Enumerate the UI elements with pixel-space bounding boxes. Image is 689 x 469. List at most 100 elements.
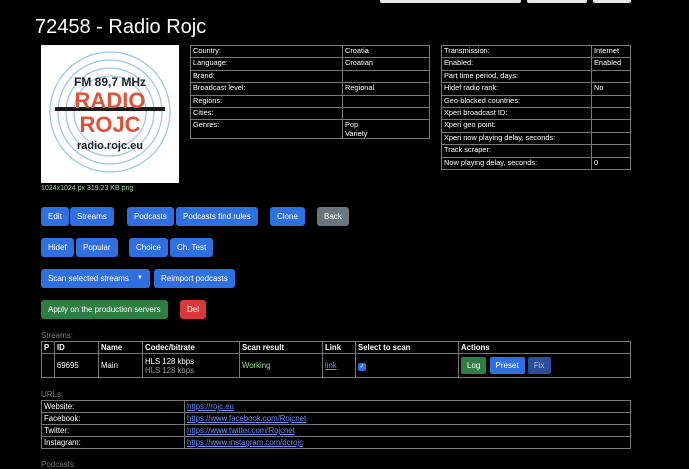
station-info-value: Pop Variety xyxy=(342,119,430,140)
transmission-info-label: Xperi now playing delay, seconds: xyxy=(441,131,592,146)
apply-production-button[interactable]: Apply on the production servers xyxy=(41,300,168,319)
scan-selected-streams-dropdown[interactable]: Scan selected streams ▼ xyxy=(41,269,150,288)
select-to-scan-checkbox[interactable]: ✓ xyxy=(358,362,366,371)
fix-button[interactable]: Fix xyxy=(527,357,551,374)
stream-p xyxy=(41,353,55,378)
stream-link[interactable]: link xyxy=(325,361,337,370)
station-info-value: Croatian xyxy=(342,57,430,71)
transmission-info-value xyxy=(591,131,631,146)
station-info-value-text: Croatia xyxy=(345,46,369,55)
col-header-p: P xyxy=(41,341,55,354)
preset-button[interactable]: Preset xyxy=(489,357,525,374)
col-header-select: Select to scan xyxy=(355,341,459,354)
transmission-info-label: Enabled: xyxy=(441,57,592,71)
transmission-info-table: Transmission: Internet Enabled: Enabled Part… xyxy=(441,44,631,170)
reimport-podcasts-button[interactable]: Reimport podcasts xyxy=(154,269,235,288)
stream-codec: HLS 128 kbps HLS 128 kbps xyxy=(142,353,240,378)
transmission-info-label: Xperi geo point: xyxy=(441,119,592,133)
transmission-info-value xyxy=(591,69,631,84)
ch-test-button[interactable]: Ch. Test xyxy=(170,238,214,257)
clone-button[interactable]: Clone xyxy=(270,207,305,226)
transmission-info-row: Enabled: Enabled xyxy=(441,57,631,71)
url-link[interactable]: https://www.instagram.com/dcrojc xyxy=(187,438,303,447)
top-button-edge[interactable] xyxy=(527,0,587,3)
station-info-label: Regions: xyxy=(190,94,343,108)
station-info-row: Broadcast level: Regional xyxy=(190,82,430,96)
streams-table: P ID Name Codec/bitrate Scan result Link… xyxy=(41,341,631,378)
transmission-info-label: Part time period, days: xyxy=(441,69,592,84)
streams-button[interactable]: Streams xyxy=(70,207,114,226)
transmission-info-row: Xperi now playing delay, seconds: xyxy=(441,131,631,146)
podcasts-button[interactable]: Podcasts xyxy=(127,207,174,226)
transmission-info-row: Track scraper: xyxy=(441,144,631,158)
log-button[interactable]: Log xyxy=(461,357,487,374)
edit-button[interactable]: Edit xyxy=(41,207,69,226)
col-header-link: Link xyxy=(322,341,356,354)
podcasts-section-label: Podcasts: xyxy=(41,460,77,469)
station-info-value xyxy=(342,94,430,108)
station-info-value-text: Regional xyxy=(345,83,375,93)
stream-name: Main xyxy=(98,353,143,378)
popular-button[interactable]: Popular xyxy=(76,238,118,257)
transmission-info-value: Enabled xyxy=(591,57,631,71)
station-info-row: Language: Croatian xyxy=(190,57,430,71)
station-info-value xyxy=(342,106,430,121)
url-link[interactable]: https://www.twitter.com/Rojcnet xyxy=(187,426,295,435)
top-button-edge-2[interactable] xyxy=(593,0,631,3)
station-info-value xyxy=(342,69,430,84)
transmission-info-value: 0 xyxy=(591,156,631,170)
delete-button[interactable]: Del xyxy=(180,300,207,319)
transmission-info-row: Geo-blocked countries: xyxy=(441,94,631,108)
back-button[interactable]: Back xyxy=(317,207,349,226)
stream-id: 69695 xyxy=(54,353,99,378)
transmission-info-row: Xperi geo point: xyxy=(441,119,631,133)
logo-site: radio.rojc.eu xyxy=(77,140,143,152)
transmission-info-value-text: 0 xyxy=(594,157,599,167)
station-info-row: Brand: xyxy=(190,69,430,84)
station-info-value-text: Pop xyxy=(345,120,359,130)
hidef-button[interactable]: Hidef xyxy=(41,238,74,257)
logo-radio-word: RADIO xyxy=(75,88,146,113)
logo-frequency: FM 89,7 MHz xyxy=(74,75,146,89)
transmission-info-row: Hidef radio rank: No xyxy=(441,82,631,96)
url-value: https://www.instagram.com/dcrojc xyxy=(184,436,631,449)
transmission-info-value-text: No xyxy=(594,83,604,93)
url-row: Facebook: https://www.facebook.com/Rojcne… xyxy=(41,412,631,425)
station-info-label: Country: xyxy=(190,44,343,59)
transmission-info-row: Xperi broadcast ID: xyxy=(441,106,631,121)
stream-actions: Log Preset Fix xyxy=(458,353,631,378)
station-info-value: Croatia xyxy=(342,44,430,59)
station-info-row: Genres: Pop Variety xyxy=(190,119,430,140)
transmission-info-row: Transmission: Internet xyxy=(441,44,631,59)
transmission-info-value: No xyxy=(591,82,631,96)
station-info-value-text: Croatian xyxy=(345,58,373,68)
transmission-info-label: Track scraper: xyxy=(441,144,592,158)
station-info-label: Cities: xyxy=(190,106,343,121)
station-info-value-text-2: Variety xyxy=(345,129,368,139)
urls-table: Website: https://rojc.eu Facebook: https://… xyxy=(41,400,631,449)
col-header-codec: Codec/bitrate xyxy=(142,341,240,354)
top-toolbar-remnant xyxy=(380,0,631,3)
top-input-edge[interactable] xyxy=(380,0,521,3)
choice-button[interactable]: Choice xyxy=(129,238,168,257)
station-info-row: Regions: xyxy=(190,94,430,108)
url-label: Facebook: xyxy=(41,412,185,425)
col-header-actions: Actions xyxy=(458,341,631,354)
station-logo: FM 89,7 MHz RADIO ROJC radio.rojc.eu xyxy=(41,45,179,183)
chevron-down-icon: ▼ xyxy=(137,275,143,281)
station-info-label: Broadcast level: xyxy=(190,82,343,96)
table-row: 69695 Main HLS 128 kbps HLS 128 kbps Wor… xyxy=(41,353,631,378)
transmission-info-row: Now playing delay, seconds: 0 xyxy=(441,156,631,170)
transmission-info-label: Transmission: xyxy=(441,44,592,59)
station-info-label: Language: xyxy=(190,57,343,71)
urls-section-label: URLs: xyxy=(41,390,64,399)
url-link[interactable]: https://www.facebook.com/Rojcnet xyxy=(187,414,306,423)
transmission-info-value-text: Enabled xyxy=(594,58,622,68)
stream-codec-secondary: HLS 128 kbps xyxy=(145,365,194,375)
podcasts-find-rules-button[interactable]: Podcasts find rules xyxy=(176,207,258,226)
transmission-info-label: Xperi broadcast ID: xyxy=(441,106,592,121)
url-link[interactable]: https://rojc.eu xyxy=(187,402,234,411)
url-label: Website: xyxy=(41,400,185,413)
transmission-info-label: Geo-blocked countries: xyxy=(441,94,592,108)
logo-rojc-word: ROJC xyxy=(79,112,140,137)
